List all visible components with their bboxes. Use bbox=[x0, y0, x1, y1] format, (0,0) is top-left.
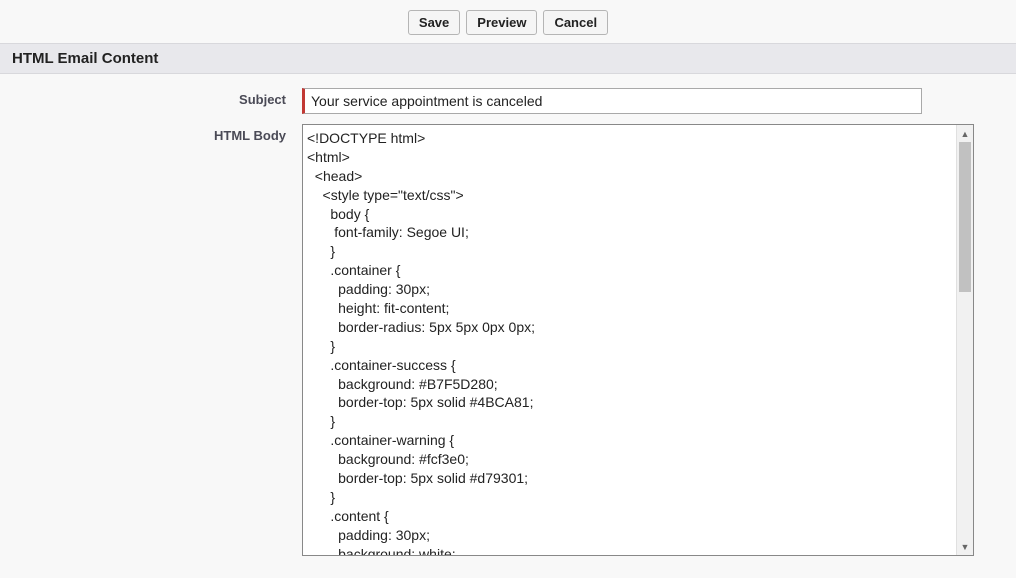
preview-button[interactable]: Preview bbox=[466, 10, 537, 35]
html-body-row: HTML Body ▲ ▼ bbox=[12, 124, 1004, 556]
scroll-up-arrow-icon[interactable]: ▲ bbox=[957, 125, 973, 142]
scroll-track[interactable] bbox=[957, 142, 973, 538]
section-header: HTML Email Content bbox=[0, 43, 1016, 74]
subject-label: Subject bbox=[12, 88, 302, 107]
scrollbar[interactable]: ▲ ▼ bbox=[956, 125, 973, 555]
section-title: HTML Email Content bbox=[12, 50, 158, 67]
subject-row: Subject bbox=[12, 88, 1004, 114]
toolbar: Save Preview Cancel bbox=[0, 0, 1016, 43]
html-body-label: HTML Body bbox=[12, 124, 302, 143]
save-button[interactable]: Save bbox=[408, 10, 460, 35]
form-area: Subject HTML Body ▲ ▼ bbox=[0, 74, 1016, 578]
scroll-down-arrow-icon[interactable]: ▼ bbox=[957, 538, 973, 555]
subject-input[interactable] bbox=[302, 88, 922, 114]
html-body-textarea[interactable] bbox=[303, 125, 956, 555]
html-body-wrapper: ▲ ▼ bbox=[302, 124, 974, 556]
cancel-button[interactable]: Cancel bbox=[543, 10, 608, 35]
scroll-thumb[interactable] bbox=[959, 142, 971, 292]
